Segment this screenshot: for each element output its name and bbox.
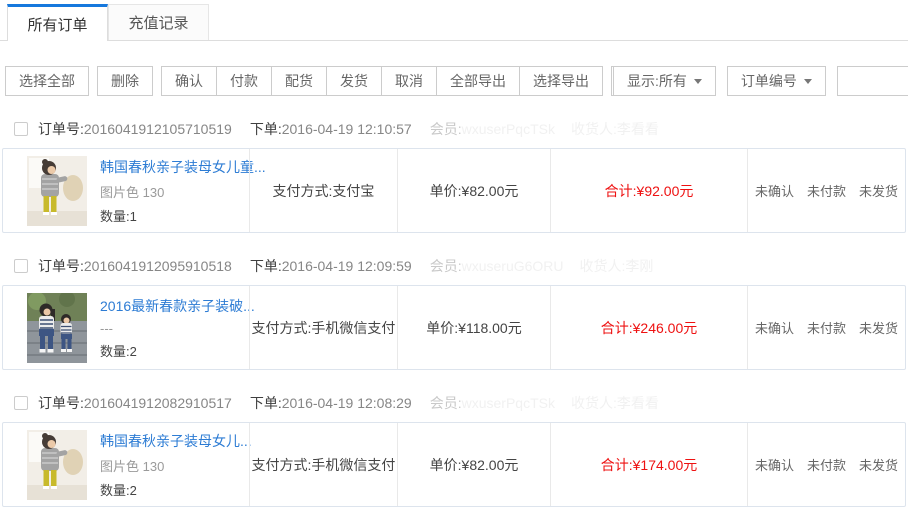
- product-color: ---: [100, 321, 249, 336]
- member-value: wxuserPqcTSk: [462, 121, 555, 137]
- product-photo-girl: [27, 156, 87, 226]
- placed-label: 下单:: [250, 121, 282, 137]
- product-photo[interactable]: [27, 430, 87, 500]
- status-unshipped: 未发货: [859, 181, 898, 200]
- toolbar: 选择全部 删除 确认 付款 配货 发货 取消 全部导出 选择导出 显示帮助 显示…: [0, 66, 908, 96]
- order-checkbox[interactable]: [14, 259, 28, 273]
- display-filter-label: 显示:所有: [627, 67, 687, 95]
- order-checkbox[interactable]: [14, 122, 28, 136]
- member-label: 会员:: [430, 121, 462, 137]
- unit-price-cell: 单价:¥82.00元: [397, 149, 550, 232]
- status-cell: 未确认 未付款 未发货: [747, 423, 905, 506]
- unit-price-cell: 单价:¥82.00元: [397, 423, 550, 506]
- toolbar-right: 显示:所有 订单编号: [613, 66, 908, 96]
- order-no-label: 订单号:: [38, 258, 84, 274]
- order-row: 韩国春秋亲子装母女儿... 图片色 130 数量:2 支付方式:手机微信支付 单…: [2, 422, 906, 507]
- status-unshipped: 未发货: [859, 455, 898, 474]
- total-price-cell: 合计:¥246.00元: [550, 286, 747, 369]
- total-price-cell: 合计:¥92.00元: [550, 149, 747, 232]
- member-value: wxuserPqcTSk: [462, 395, 555, 411]
- status-cell: 未确认 未付款 未发货: [747, 286, 905, 369]
- status-unconfirmed: 未确认: [755, 455, 794, 474]
- select-all-button[interactable]: 选择全部: [5, 66, 89, 96]
- order-no-value: 2016041912082910517: [84, 395, 232, 411]
- placed-value: 2016-04-19 12:08:29: [282, 395, 412, 411]
- order-no-label: 订单号:: [38, 395, 84, 411]
- product-photo-girl: [27, 430, 87, 500]
- chevron-down-icon: [694, 79, 702, 84]
- product-info: 韩国春秋亲子装母女儿童... 图片色 130 数量:1: [100, 157, 249, 225]
- consignee-value: 收货人:李刚: [580, 258, 654, 274]
- status-cell: 未确认 未付款 未发货: [747, 149, 905, 232]
- export-all-button[interactable]: 全部导出: [436, 66, 520, 96]
- order-no-filter-label: 订单编号: [741, 67, 797, 95]
- tab-recharge-records[interactable]: 充值记录: [108, 4, 209, 40]
- display-filter-dropdown[interactable]: 显示:所有: [613, 66, 716, 96]
- product-quantity: 数量:2: [100, 341, 249, 360]
- product-title-link[interactable]: 韩国春秋亲子装母女儿...: [100, 431, 249, 451]
- order-actions-group: 确认 付款 配货 发货 取消 全部导出 选择导出: [161, 66, 603, 96]
- order-row: 韩国春秋亲子装母女儿童... 图片色 130 数量:1 支付方式:支付宝 单价:…: [2, 148, 906, 233]
- order-no-filter-dropdown[interactable]: 订单编号: [727, 66, 826, 96]
- payment-method-cell: 支付方式:手机微信支付: [249, 423, 397, 506]
- order-no-value: 2016041912095910518: [84, 258, 232, 274]
- order-item: 订单号:2016041912095910518 下单:2016-04-19 12…: [2, 253, 906, 370]
- product-color: 图片色 130: [100, 456, 249, 475]
- order-list: 订单号:2016041912105710519 下单:2016-04-19 12…: [0, 116, 908, 507]
- placed-label: 下单:: [250, 395, 282, 411]
- consignee-value: 收货人:李看看: [571, 395, 659, 411]
- chevron-down-icon: [804, 79, 812, 84]
- status-unpaid: 未付款: [807, 455, 846, 474]
- order-row: 2016最新春款亲子装破... --- 数量:2 支付方式:手机微信支付 单价:…: [2, 285, 906, 370]
- placed-label: 下单:: [250, 258, 282, 274]
- confirm-button[interactable]: 确认: [161, 66, 217, 96]
- order-item: 订单号:2016041912105710519 下单:2016-04-19 12…: [2, 116, 906, 233]
- unit-price-cell: 单价:¥118.00元: [397, 286, 550, 369]
- product-color: 图片色 130: [100, 182, 249, 201]
- product-photo[interactable]: [27, 293, 87, 363]
- status-unpaid: 未付款: [807, 318, 846, 337]
- status-unconfirmed: 未确认: [755, 181, 794, 200]
- tab-all-orders[interactable]: 所有订单: [7, 4, 108, 41]
- product-info: 2016最新春款亲子装破... --- 数量:2: [100, 296, 249, 360]
- order-header: 订单号:2016041912095910518 下单:2016-04-19 12…: [2, 253, 906, 279]
- payment-method-cell: 支付方式:手机微信支付: [249, 286, 397, 369]
- product-quantity: 数量:1: [100, 206, 249, 225]
- member-value: wxuseruG6ORU: [462, 258, 564, 274]
- order-no-label: 订单号:: [38, 121, 84, 137]
- product-title-link[interactable]: 2016最新春款亲子装破...: [100, 296, 249, 316]
- product-cell: 韩国春秋亲子装母女儿... 图片色 130 数量:2: [3, 423, 249, 506]
- member-label: 会员:: [430, 395, 462, 411]
- placed-value: 2016-04-19 12:09:59: [282, 258, 412, 274]
- product-title-link[interactable]: 韩国春秋亲子装母女儿童...: [100, 157, 249, 177]
- order-header: 订单号:2016041912105710519 下单:2016-04-19 12…: [2, 116, 906, 142]
- search-input[interactable]: [837, 66, 908, 96]
- order-no-value: 2016041912105710519: [84, 121, 232, 137]
- status-unconfirmed: 未确认: [755, 318, 794, 337]
- product-photo[interactable]: [27, 156, 87, 226]
- product-photo-mom-daughter: [27, 293, 87, 363]
- allocate-button[interactable]: 配货: [271, 66, 327, 96]
- pay-button[interactable]: 付款: [216, 66, 272, 96]
- status-unpaid: 未付款: [807, 181, 846, 200]
- consignee-value: 收货人:李看看: [571, 121, 659, 137]
- ship-button[interactable]: 发货: [326, 66, 382, 96]
- product-info: 韩国春秋亲子装母女儿... 图片色 130 数量:2: [100, 431, 249, 499]
- product-cell: 2016最新春款亲子装破... --- 数量:2: [3, 286, 249, 369]
- payment-method-cell: 支付方式:支付宝: [249, 149, 397, 232]
- order-item: 订单号:2016041912082910517 下单:2016-04-19 12…: [2, 390, 906, 507]
- member-label: 会员:: [430, 258, 462, 274]
- delete-button[interactable]: 删除: [97, 66, 153, 96]
- placed-value: 2016-04-19 12:10:57: [282, 121, 412, 137]
- total-price-cell: 合计:¥174.00元: [550, 423, 747, 506]
- order-checkbox[interactable]: [14, 396, 28, 410]
- tab-bar: 所有订单 充值记录: [0, 0, 908, 41]
- status-unshipped: 未发货: [859, 318, 898, 337]
- product-quantity: 数量:2: [100, 480, 249, 499]
- cancel-button[interactable]: 取消: [381, 66, 437, 96]
- export-selected-button[interactable]: 选择导出: [519, 66, 603, 96]
- order-header: 订单号:2016041912082910517 下单:2016-04-19 12…: [2, 390, 906, 416]
- product-cell: 韩国春秋亲子装母女儿童... 图片色 130 数量:1: [3, 149, 249, 232]
